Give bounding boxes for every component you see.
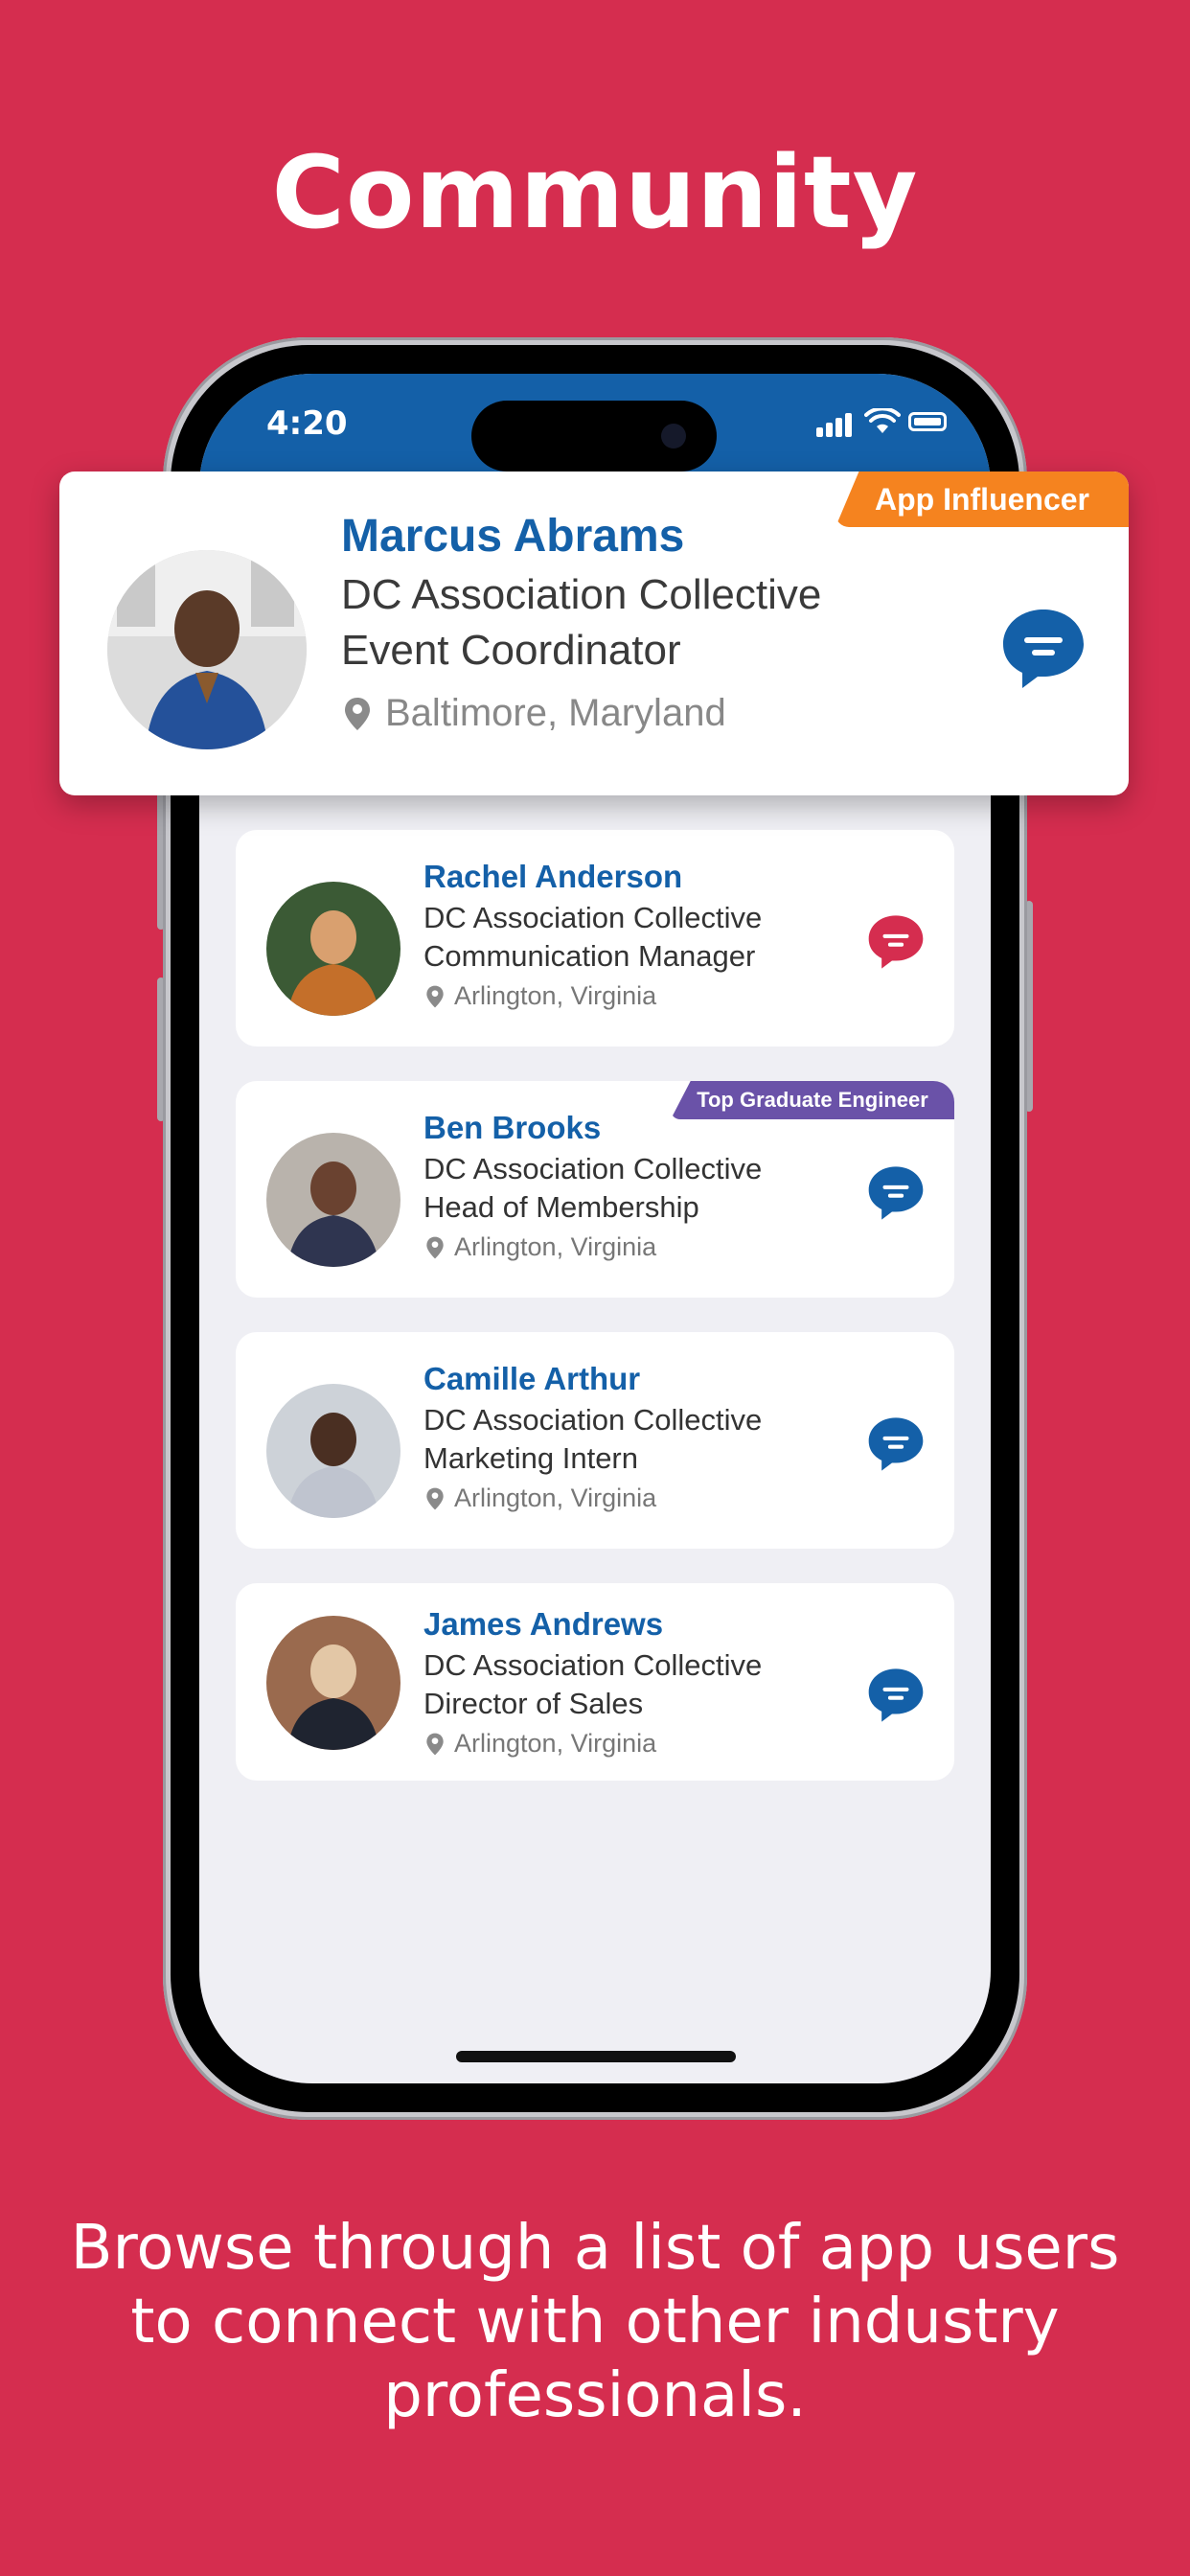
- member-card[interactable]: James Andrews DC Association Collective …: [236, 1583, 954, 1781]
- avatar[interactable]: [266, 1384, 400, 1518]
- chat-bubble-icon: [1003, 610, 1084, 688]
- chat-button[interactable]: [1000, 606, 1087, 692]
- member-role: Director of Sales: [423, 1687, 644, 1720]
- chat-bubble-icon: [868, 915, 924, 969]
- avatar[interactable]: [266, 1616, 400, 1750]
- member-location-text: Arlington, Virginia: [454, 981, 657, 1010]
- avatar[interactable]: [266, 882, 400, 1016]
- member-location-text: Arlington, Virginia: [454, 1232, 657, 1261]
- person-photo-icon: [266, 1384, 400, 1518]
- member-organization: DC Association Collective: [423, 1152, 763, 1185]
- member-location: Baltimore, Maryland: [343, 692, 726, 735]
- chat-bubble-icon: [868, 1417, 924, 1471]
- status-time: 4:20: [266, 404, 348, 443]
- member-card[interactable]: Top Graduate Engineer Ben Brooks DC Asso…: [236, 1081, 954, 1298]
- member-location-text: Arlington, Virginia: [454, 1729, 657, 1758]
- page-caption: Browse through a list of app users to co…: [70, 2213, 1120, 2431]
- page-headline: Community: [271, 134, 919, 251]
- person-photo-icon: [266, 1616, 400, 1750]
- chat-button[interactable]: [866, 1414, 926, 1474]
- member-role: Communication Manager: [423, 939, 756, 973]
- battery-icon: [908, 412, 947, 431]
- member-name[interactable]: Marcus Abrams: [341, 510, 684, 563]
- person-photo-icon: [107, 550, 307, 749]
- status-icons: [816, 408, 950, 437]
- member-organization: DC Association Collective: [423, 1648, 763, 1682]
- location-pin-icon: [426, 1487, 444, 1509]
- location-pin-icon: [426, 985, 444, 1007]
- camera-icon: [661, 424, 686, 448]
- member-name[interactable]: Ben Brooks: [423, 1110, 601, 1146]
- member-card[interactable]: Camille Arthur DC Association Collective…: [236, 1332, 954, 1549]
- chat-button[interactable]: [866, 1163, 926, 1223]
- avatar[interactable]: [266, 1133, 400, 1267]
- location-pin-icon: [345, 697, 370, 730]
- wifi-icon: [864, 408, 901, 433]
- person-photo-icon: [266, 882, 400, 1016]
- chat-bubble-icon: [868, 1668, 924, 1722]
- graduate-badge: Top Graduate Engineer: [671, 1081, 954, 1119]
- graduate-badge-label: Top Graduate Engineer: [697, 1088, 928, 1112]
- dynamic-island: [471, 401, 717, 472]
- member-role: Marketing Intern: [423, 1441, 638, 1475]
- member-name[interactable]: James Andrews: [423, 1606, 663, 1643]
- member-location-text: Baltimore, Maryland: [385, 692, 726, 734]
- person-photo-icon: [266, 1133, 400, 1267]
- home-indicator[interactable]: [456, 2051, 736, 2062]
- influencer-badge-label: App Influencer: [874, 481, 1089, 517]
- member-location: Arlington, Virginia: [425, 1484, 656, 1513]
- influencer-badge: App Influencer: [835, 472, 1129, 527]
- member-name[interactable]: Rachel Anderson: [423, 859, 682, 895]
- member-organization: DC Association Collective: [423, 901, 763, 934]
- member-role: Head of Membership: [423, 1190, 699, 1224]
- member-location-text: Arlington, Virginia: [454, 1484, 657, 1512]
- member-location: Arlington, Virginia: [425, 1232, 656, 1262]
- avatar[interactable]: [107, 550, 307, 749]
- member-card[interactable]: Rachel Anderson DC Association Collectiv…: [236, 830, 954, 1046]
- featured-member-card[interactable]: App Influencer Marcus Abrams DC Associat…: [59, 472, 1129, 795]
- chat-button[interactable]: [866, 912, 926, 972]
- member-role: Event Coordinator: [341, 627, 681, 674]
- location-pin-icon: [426, 1236, 444, 1258]
- member-organization: DC Association Collective: [341, 571, 822, 618]
- member-name[interactable]: Camille Arthur: [423, 1361, 640, 1397]
- chat-button[interactable]: [866, 1666, 926, 1725]
- member-organization: DC Association Collective: [423, 1403, 763, 1437]
- member-location: Arlington, Virginia: [425, 1729, 656, 1759]
- chat-bubble-icon: [868, 1166, 924, 1220]
- location-pin-icon: [426, 1733, 444, 1755]
- member-location: Arlington, Virginia: [425, 981, 656, 1011]
